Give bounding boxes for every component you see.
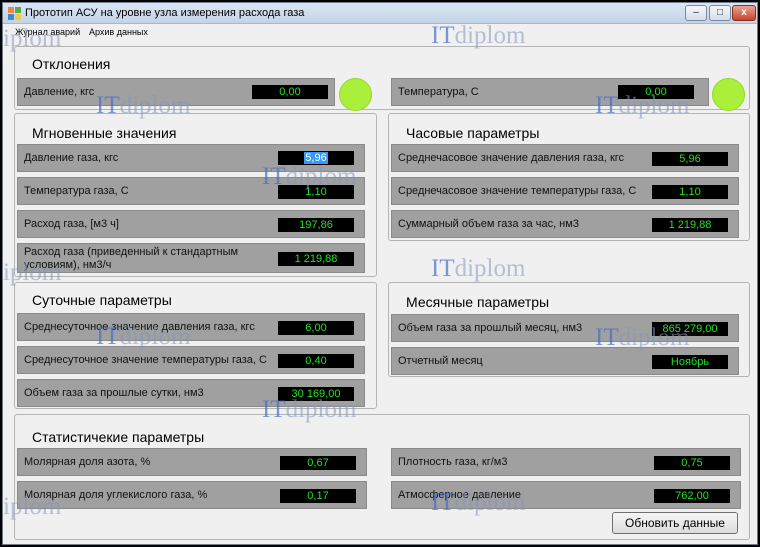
instant-row: Температура газа, С 1,10 — [17, 177, 365, 205]
watermark: ITdiplom — [431, 255, 525, 283]
instant-pressure-value[interactable]: 5,96 — [278, 151, 354, 165]
close-button[interactable]: x — [732, 5, 756, 21]
daily-volume-label: Объем газа за прошлые сутки, нм3 — [24, 387, 204, 399]
co2-fraction-label: Молярная доля углекислого газа, % — [24, 489, 208, 501]
co2-fraction-value: 0,17 — [280, 489, 356, 503]
daily-pressure-value: 6,00 — [278, 321, 354, 335]
instant-flow-value: 197,86 — [278, 218, 354, 232]
monthly-params-title: Месячные параметры — [406, 294, 550, 310]
app-icon — [8, 7, 21, 20]
maximize-button[interactable]: □ — [709, 5, 731, 21]
hourly-temperature-value: 1,10 — [652, 185, 728, 199]
instant-std-flow-value: 1 219,88 — [278, 252, 354, 266]
hourly-volume-value: 1 219,88 — [652, 218, 728, 232]
hourly-pressure-label: Среднечасовое значение давления газа, кг… — [398, 152, 625, 164]
instant-row: Расход газа, [м3 ч] 197,86 — [17, 210, 365, 238]
nitrogen-fraction-label: Молярная доля азота, % — [24, 456, 151, 468]
report-month-value: Ноябрь — [652, 355, 728, 369]
daily-params-title: Суточные параметры — [32, 292, 172, 308]
stats-row: Атмосферное давление 762,00 — [391, 481, 741, 509]
monthly-volume-label: Объем газа за прошлый месяц, нм3 — [398, 322, 583, 334]
instant-values-group: Мгновенные значения Давление газа, кгс 5… — [14, 113, 377, 277]
pressure-status-indicator — [339, 78, 372, 111]
instant-flow-label: Расход газа, [м3 ч] — [24, 218, 119, 230]
refresh-data-button[interactable]: Обновить данные — [612, 512, 738, 534]
daily-row: Среднесуточное значение температуры газа… — [17, 346, 365, 374]
menu-alarm-log[interactable]: Журнал аварий — [15, 27, 80, 37]
watermark-diplom: diplom — [454, 255, 526, 282]
deviation-temperature-label: Температура, С — [398, 86, 479, 98]
stats-params-title: Статистичекие параметры — [32, 429, 205, 445]
main-window: Прототип АСУ на уровне узла измерения ра… — [2, 2, 758, 545]
report-month-label: Отчетный месяц — [398, 355, 483, 367]
instant-temperature-label: Температура газа, С — [24, 185, 129, 197]
deviation-pressure-value: 0,00 — [252, 85, 328, 99]
watermark-it: IT — [431, 255, 455, 282]
gas-density-value: 0,75 — [654, 456, 730, 470]
menu-data-archive[interactable]: Архив данных — [89, 27, 148, 37]
temperature-status-indicator — [712, 78, 745, 111]
monthly-params-group: Месячные параметры Объем газа за прошлый… — [388, 282, 750, 377]
instant-values-title: Мгновенные значения — [32, 125, 177, 141]
gas-density-label: Плотность газа, кг/м3 — [398, 456, 508, 468]
daily-params-group: Суточные параметры Среднесуточное значен… — [14, 282, 377, 409]
instant-row: Расход газа (приведенный к стандартным у… — [17, 243, 365, 273]
deviation-temperature-row: Температура, С 0,00 — [391, 78, 709, 106]
monthly-row: Объем газа за прошлый месяц, нм3 865 279… — [391, 314, 739, 342]
deviation-temperature-value: 0,00 — [618, 85, 694, 99]
daily-row: Среднесуточное значение давления газа, к… — [17, 313, 365, 341]
title-bar: Прототип АСУ на уровне узла измерения ра… — [3, 3, 757, 24]
instant-row: Давление газа, кгс 5,96 — [17, 144, 365, 172]
atm-pressure-label: Атмосферное давление — [398, 489, 521, 501]
monthly-row: Отчетный месяц Ноябрь — [391, 347, 739, 375]
atm-pressure-value: 762,00 — [654, 489, 730, 503]
instant-temperature-value: 1,10 — [278, 185, 354, 199]
instant-pressure-value-text: 5,96 — [304, 152, 328, 164]
window-title: Прототип АСУ на уровне узла измерения ра… — [25, 7, 305, 19]
hourly-row: Суммарный объем газа за час, нм3 1 219,8… — [391, 210, 739, 238]
daily-temperature-value: 0,40 — [278, 354, 354, 368]
instant-std-flow-label: Расход газа (приведенный к стандартным у… — [24, 246, 239, 271]
instant-pressure-label: Давление газа, кгс — [24, 152, 119, 164]
deviations-group: Отклонения Давление, кгс 0,00 Температур… — [14, 46, 750, 111]
deviation-pressure-row: Давление, кгс 0,00 — [17, 78, 335, 106]
nitrogen-fraction-value: 0,67 — [280, 456, 356, 470]
daily-temperature-label: Среднесуточное значение температуры газа… — [24, 354, 267, 366]
stats-row: Плотность газа, кг/м3 0,75 — [391, 448, 741, 476]
daily-row: Объем газа за прошлые сутки, нм3 30 169,… — [17, 379, 365, 407]
daily-pressure-label: Среднесуточное значение давления газа, к… — [24, 321, 255, 333]
deviation-pressure-label: Давление, кгс — [24, 86, 95, 98]
minimize-button[interactable]: – — [685, 5, 707, 21]
hourly-row: Среднечасовое значение давления газа, кг… — [391, 144, 739, 172]
stats-row: Молярная доля азота, % 0,67 — [17, 448, 367, 476]
stats-row: Молярная доля углекислого газа, % 0,17 — [17, 481, 367, 509]
hourly-temperature-label: Среднечасовое значение температуры газа,… — [398, 185, 637, 197]
menu-bar: Журнал аварий Архив данных — [3, 24, 757, 42]
hourly-params-group: Часовые параметры Среднечасовое значение… — [388, 113, 750, 241]
hourly-pressure-value: 5,96 — [652, 152, 728, 166]
daily-volume-value: 30 169,00 — [278, 387, 354, 401]
hourly-row: Среднечасовое значение температуры газа,… — [391, 177, 739, 205]
hourly-params-title: Часовые параметры — [406, 125, 540, 141]
deviations-title: Отклонения — [32, 56, 111, 72]
monthly-volume-value: 865 279,00 — [652, 322, 728, 336]
hourly-volume-label: Суммарный объем газа за час, нм3 — [398, 218, 579, 230]
